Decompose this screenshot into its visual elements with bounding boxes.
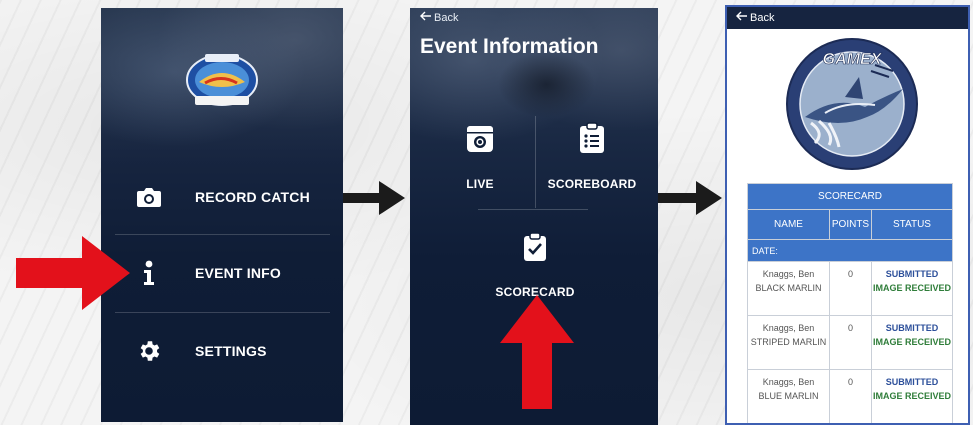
image-status: IMAGE RECEIVED (872, 283, 951, 293)
species: STRIPED MARLIN (750, 337, 827, 347)
gear-icon (131, 338, 167, 364)
date-row: DATE: (747, 239, 953, 262)
menu-item-label: EVENT INFO (195, 265, 282, 281)
species: BLACK MARLIN (755, 283, 822, 293)
scorecard-table: SCORECARD NAME POINTS STATUS DATE: Knagg… (747, 183, 953, 423)
points-cell: 0 (829, 369, 872, 423)
back-label: Back (434, 11, 459, 24)
tile-label: SCOREBOARD (547, 177, 637, 191)
tile-divider-vertical (535, 116, 536, 208)
arrow-left-icon (420, 11, 431, 24)
main-menu-screen: RECORD CATCH EVENT INFO SETTINGS (101, 8, 343, 422)
clipboard-check-icon (523, 232, 547, 267)
table-row[interactable]: Knaggs, Ben BLACK MARLIN 0 SUBMITTED IMA… (747, 261, 953, 316)
status-badge: SUBMITTED (885, 269, 939, 279)
points-cell: 0 (829, 315, 872, 370)
image-status: IMAGE RECEIVED (872, 337, 951, 347)
scorecard-screen: Back GAMEX SCORECARD NAME POINTS STATUS … (725, 5, 970, 425)
info-icon (131, 260, 167, 286)
status-badge: SUBMITTED (885, 377, 939, 387)
menu-item-settings[interactable]: SETTINGS (115, 312, 329, 390)
red-arrow-right-icon (16, 236, 130, 310)
image-status: IMAGE RECEIVED (872, 391, 951, 401)
menu-item-record-catch[interactable]: RECORD CATCH (115, 158, 329, 236)
column-header-status: STATUS (871, 209, 953, 240)
name-cell: Knaggs, Ben BLACK MARLIN (747, 261, 830, 316)
menu-item-label: SETTINGS (195, 343, 267, 359)
name-cell: Knaggs, Ben BLUE MARLIN (747, 369, 830, 423)
angler-name: Knaggs, Ben (762, 269, 815, 279)
back-label: Back (750, 11, 775, 24)
tile-divider-horizontal (478, 209, 588, 210)
page-title: Event Information (420, 35, 599, 58)
angler-name: Knaggs, Ben (762, 377, 815, 387)
menu-item-event-info[interactable]: EVENT INFO (115, 234, 329, 312)
name-cell: Knaggs, Ben STRIPED MARLIN (747, 315, 830, 370)
table-row[interactable]: Knaggs, Ben STRIPED MARLIN 0 SUBMITTED I… (747, 315, 953, 370)
status-cell: SUBMITTED IMAGE RECEIVED (871, 315, 953, 370)
status-cell: SUBMITTED IMAGE RECEIVED (871, 369, 953, 423)
club-logo (186, 54, 258, 106)
species: BLUE MARLIN (758, 391, 819, 401)
scorecard-title: SCORECARD (747, 183, 953, 210)
logo-wordmark: GAMEX (823, 51, 883, 68)
status-badge: SUBMITTED (885, 323, 939, 333)
tile-live[interactable]: LIVE (442, 124, 518, 191)
live-camera-icon (465, 124, 495, 159)
back-button[interactable]: Back (420, 11, 458, 24)
clipboard-list-icon (579, 122, 605, 159)
tile-scoreboard[interactable]: SCOREBOARD (540, 122, 644, 191)
angler-name: Knaggs, Ben (762, 323, 815, 333)
status-cell: SUBMITTED IMAGE RECEIVED (871, 261, 953, 316)
tile-label: LIVE (466, 177, 494, 191)
column-header-name: NAME (747, 209, 830, 240)
menu-item-label: RECORD CATCH (195, 189, 310, 205)
points-cell: 0 (829, 261, 872, 316)
arrow-left-icon (736, 11, 747, 24)
back-button[interactable]: Back (736, 11, 774, 24)
gamex-tournament-logo: GAMEX (786, 38, 918, 170)
table-row[interactable]: Knaggs, Ben BLUE MARLIN 0 SUBMITTED IMAG… (747, 369, 953, 423)
black-arrow-right-icon (658, 181, 722, 215)
column-header-points: POINTS (829, 209, 872, 240)
tile-scorecard[interactable]: SCORECARD (490, 232, 580, 299)
red-arrow-up-icon (500, 295, 574, 409)
camera-icon (131, 186, 167, 208)
black-arrow-right-icon (343, 181, 405, 215)
